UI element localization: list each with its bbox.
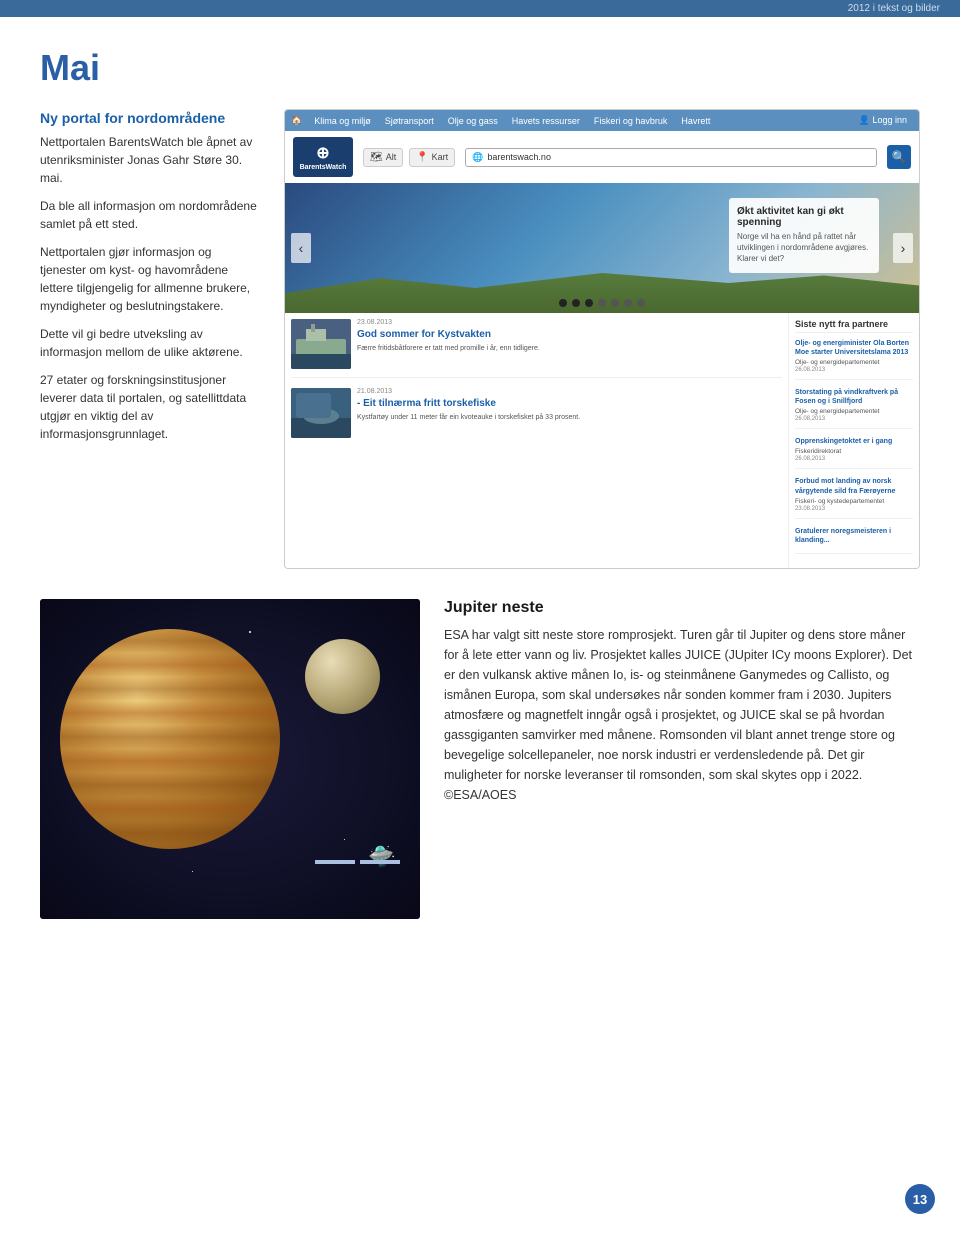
news-content-1: 23.08.2013 God sommer for Kystvakten Fær… [357,319,540,369]
nav-tab-havrett[interactable]: Havrett [675,114,716,128]
news-item-2: 21.08.2013 - Eit tilnærma fritt torskefi… [291,388,782,446]
news-right: Siste nytt fra partnere Olje- og energim… [789,313,919,568]
jupiter-planet [60,629,280,849]
nav-tab-havet[interactable]: Havets ressurser [506,114,586,128]
hero-dot-2[interactable] [572,299,580,307]
page-number: 13 [905,1184,935,1214]
news-title-1[interactable]: God sommer for Kystvakten [357,328,540,341]
hero-dot-3[interactable] [585,299,593,307]
news-title-2[interactable]: - Eit tilnærma fritt torskefiske [357,397,580,410]
barentswatch-logo: ⊕ BarentsWatch [293,137,353,177]
url-text: barentswach.no [487,152,551,162]
paragraph-3: Nettportalen gjør informasjon og tjenest… [40,243,260,315]
news-thumb-1 [291,319,351,369]
view-tabs: 🗺 Alt 📍 Kart [363,148,455,167]
logo-text: BarentsWatch [300,164,347,171]
paragraph-4: Dette vil gi bedre utveksling av informa… [40,325,260,361]
partner-title-1[interactable]: Olje- og energiminister Ola Borten Moe s… [795,339,913,357]
hero-prev-button[interactable]: ‹ [291,233,311,263]
view-tab-kart[interactable]: 📍 Kart [409,148,455,167]
partner-title-5[interactable]: Gratulerer noregsmeisteren i klanding... [795,527,913,545]
paragraph-5: 27 etater og forskningsinstitusjoner lev… [40,371,260,443]
partner-item-3: Opprenskingetoktet er i gang Fiskeridire… [795,437,913,469]
nav-tab-fiskeri[interactable]: Fiskeri og havbruk [588,114,674,128]
nav-tab-klima[interactable]: Klima og miljø [308,114,377,128]
search-button[interactable]: 🔍 [887,145,911,169]
jupiter-moon [305,639,380,714]
partner-org-1: Olje- og energidepartementet [795,359,913,366]
logo-bar: ⊕ BarentsWatch 🗺 Alt 📍 Kart [285,131,919,183]
jupiter-heading: Jupiter neste [444,599,920,617]
top-bar: 2012 i tekst og bilder [0,0,960,17]
search-icon: 🔍 [892,150,907,164]
jupiter-text: Jupiter neste ESA har valgt sitt neste s… [444,599,920,919]
partner-title-4[interactable]: Forbud mot landing av norsk vårgytende s… [795,477,913,495]
solar-panel-left [360,860,400,864]
partner-heading: Siste nytt fra partnere [795,319,913,333]
news-item-1: 23.08.2013 God sommer for Kystvakten Fær… [291,319,782,378]
nav-tab-olje[interactable]: Olje og gass [442,114,504,128]
news-date-1: 23.08.2013 [357,319,540,326]
nav-tab-login[interactable]: 👤 Logg inn [853,113,913,128]
page-title: Mai [40,47,920,89]
url-bar[interactable]: 🌐 barentswach.no [465,148,877,167]
partner-title-3[interactable]: Opprenskingetoktet er i gang [795,437,913,446]
partner-item-2: Storstating på vindkraftverk på Fosen og… [795,388,913,429]
partner-org-2: Olje- og energidepartementet [795,408,913,415]
hero-info-title: Økt aktivitet kan gi økt spenning [737,206,871,228]
partner-item-5: Gratulerer noregsmeisteren i klanding... [795,527,913,554]
hero-dot-1[interactable] [559,299,567,307]
nav-tab-sjo[interactable]: Sjøtransport [379,114,440,128]
news-content-2: 21.08.2013 - Eit tilnærma fritt torskefi… [357,388,580,438]
hero-dot-4[interactable] [598,299,606,307]
partner-org-4: Fiskeri- og kystedepartementet [795,498,913,505]
partner-title-2[interactable]: Storstating på vindkraftverk på Fosen og… [795,388,913,406]
news-left: 23.08.2013 God sommer for Kystvakten Fær… [285,313,789,568]
solar-panel-right [315,860,355,864]
hero-info-text: Norge vil ha en hånd på rattet når utvik… [737,231,871,265]
url-favicon: 🌐 [472,152,483,163]
browser-mock: 🏠 Klima og miljø Sjøtransport Olje og ga… [284,109,920,569]
partner-date-1: 26.08.2013 [795,367,913,373]
partner-date-4: 23.08.2013 [795,506,913,512]
kart-label: Kart [432,152,449,162]
nav-tabs-bar: 🏠 Klima og miljø Sjøtransport Olje og ga… [285,110,919,131]
news-thumb-2 [291,388,351,438]
kart-icon: 📍 [416,152,428,163]
news-excerpt-2: Kystfartøy under 11 meter får ein kvotea… [357,413,580,423]
logo-compass-icon: ⊕ [316,143,329,163]
alt-label: Alt [386,152,397,162]
partner-date-3: 26.08.2013 [795,456,913,462]
jupiter-body: ESA har valgt sitt neste store romprosje… [444,625,920,805]
view-tab-alt[interactable]: 🗺 Alt [363,148,403,167]
hero-dot-7[interactable] [637,299,645,307]
hero-section: ‹ › Økt aktivitet kan gi økt spenning No… [285,183,919,313]
partner-date-2: 26.08.2013 [795,416,913,422]
hero-dots [559,299,645,307]
main-layout: Ny portal for nordområdene Nettportalen … [40,109,920,569]
left-column: Ny portal for nordområdene Nettportalen … [40,109,260,569]
paragraph-2: Da ble all informasjon om nordområdene s… [40,197,260,233]
news-excerpt-1: Færre fritidsbåtforere er tatt med promi… [357,344,540,354]
bottom-section: 🛸 Jupiter neste ESA har valgt sitt neste… [40,599,920,919]
hero-next-button[interactable]: › [893,233,913,263]
news-date-2: 21.08.2013 [357,388,580,395]
hero-dot-6[interactable] [624,299,632,307]
section-heading: Ny portal for nordområdene [40,109,260,127]
home-icon: 🏠 [291,115,302,126]
partner-item-1: Olje- og energiminister Ola Borten Moe s… [795,339,913,380]
hero-info-box: Økt aktivitet kan gi økt spenning Norge … [729,198,879,273]
top-bar-text: 2012 i tekst og bilder [848,3,940,14]
partner-org-3: Fiskeridirektorat [795,448,913,455]
hero-dot-5[interactable] [611,299,619,307]
jupiter-image: 🛸 [40,599,420,919]
page-content: Mai Ny portal for nordområdene Nettporta… [0,17,960,959]
partner-item-4: Forbud mot landing av norsk vårgytende s… [795,477,913,518]
browser-screenshot: 🏠 Klima og miljø Sjøtransport Olje og ga… [284,109,920,569]
news-section: 23.08.2013 God sommer for Kystvakten Fær… [285,313,919,568]
paragraph-1: Nettportalen BarentsWatch ble åpnet av u… [40,133,260,187]
alt-icon: 🗺 [370,152,383,163]
